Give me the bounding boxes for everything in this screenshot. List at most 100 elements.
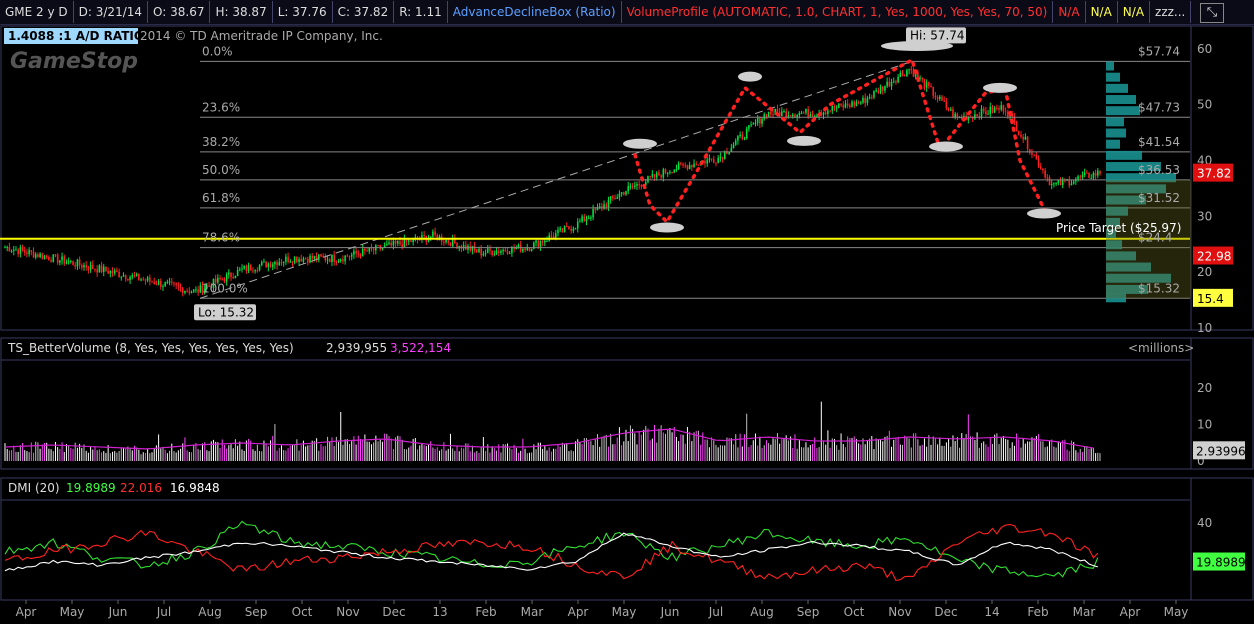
price-candle bbox=[335, 261, 338, 263]
price-candle bbox=[574, 228, 577, 230]
price-candle bbox=[524, 248, 526, 250]
price-candle bbox=[337, 260, 340, 263]
date-label: D: 3/21/14 bbox=[74, 1, 149, 23]
price-candle bbox=[526, 248, 529, 250]
price-candle bbox=[89, 264, 92, 270]
price-candle bbox=[853, 101, 856, 106]
price-candle bbox=[800, 112, 803, 114]
price-candle bbox=[504, 249, 507, 252]
price-candle bbox=[43, 255, 46, 259]
price-candle bbox=[1088, 172, 1090, 179]
price-candle bbox=[776, 108, 779, 113]
price-candle bbox=[732, 144, 735, 148]
price-candle bbox=[258, 265, 261, 271]
price-candle bbox=[923, 79, 926, 88]
price-candle bbox=[954, 113, 956, 118]
price-candle bbox=[394, 240, 397, 244]
price-candle bbox=[945, 101, 948, 108]
dmi-last-badge: 19.8989 bbox=[1196, 556, 1246, 570]
price-candle bbox=[947, 107, 950, 111]
price-candle bbox=[653, 174, 656, 178]
study-volume-profile[interactable]: VolumeProfile (AUTOMATIC, 1.0, CHART, 1,… bbox=[622, 1, 1054, 23]
price-y-tick: 30 bbox=[1197, 209, 1212, 223]
price-candle bbox=[170, 281, 173, 283]
price-candle bbox=[623, 192, 625, 195]
x-axis-label: Jul bbox=[708, 605, 723, 619]
price-candle bbox=[1077, 176, 1079, 180]
price-candle bbox=[309, 255, 311, 263]
price-candle bbox=[289, 261, 292, 263]
price-candle bbox=[495, 250, 498, 255]
gamestop-watermark: GameStop bbox=[10, 49, 138, 74]
price-candle bbox=[908, 69, 910, 71]
price-candle bbox=[831, 105, 834, 111]
volume-profile-bar bbox=[1106, 139, 1120, 149]
price-candle bbox=[12, 249, 15, 251]
price-candle bbox=[677, 162, 680, 170]
price-candle bbox=[598, 206, 601, 208]
price-candle bbox=[276, 261, 278, 266]
x-axis-label: Feb bbox=[1027, 605, 1048, 619]
price-candle bbox=[177, 284, 180, 287]
price-candle bbox=[357, 253, 360, 255]
price-candle bbox=[4, 247, 6, 249]
price-candle bbox=[785, 111, 788, 118]
price-candle bbox=[996, 107, 998, 109]
price-candle bbox=[936, 97, 939, 99]
price-candle bbox=[243, 265, 245, 269]
price-candle bbox=[884, 86, 886, 91]
price-candle bbox=[54, 254, 57, 256]
drawing-tool-icon[interactable]: ⤡ bbox=[1200, 3, 1224, 23]
price-candle bbox=[407, 240, 410, 242]
dmi-y-tick: 40 bbox=[1197, 516, 1212, 530]
price-candle bbox=[234, 276, 237, 279]
price-candle bbox=[339, 259, 342, 261]
x-axis-label: Nov bbox=[888, 605, 911, 619]
price-candle bbox=[684, 165, 687, 167]
pivot-marker bbox=[650, 222, 684, 233]
price-candle bbox=[423, 235, 425, 237]
pivot-marker bbox=[929, 141, 963, 152]
volume-value-1: 2,939,955 bbox=[326, 341, 387, 355]
x-axis-label: Dec bbox=[934, 605, 957, 619]
price-candle bbox=[37, 254, 39, 258]
price-candle bbox=[842, 105, 845, 108]
price-candle bbox=[952, 109, 954, 118]
price-candle bbox=[686, 165, 689, 170]
price-candle bbox=[870, 97, 873, 99]
price-candle bbox=[627, 186, 630, 192]
price-candle bbox=[928, 82, 930, 86]
symbol-label[interactable]: GME 2 y D bbox=[0, 1, 74, 23]
price-candle bbox=[783, 111, 785, 113]
price-candle bbox=[105, 266, 107, 271]
fib-pct-label: 61.8% bbox=[202, 191, 240, 205]
price-candle bbox=[59, 260, 61, 263]
price-candle bbox=[6, 246, 8, 248]
price-candle bbox=[346, 255, 349, 257]
price-candle bbox=[399, 241, 401, 245]
price-candle bbox=[851, 101, 853, 107]
x-axis-label: Sep bbox=[797, 605, 820, 619]
price-candle bbox=[508, 253, 511, 255]
price-candle bbox=[502, 249, 504, 252]
price-candle bbox=[592, 209, 594, 218]
price-candle bbox=[328, 259, 331, 262]
price-candle bbox=[1026, 136, 1029, 150]
price-candle bbox=[50, 260, 52, 262]
price-candle bbox=[897, 76, 899, 83]
fib-price-label: $57.74 bbox=[1138, 44, 1180, 58]
price-candle bbox=[864, 97, 867, 104]
price-candle bbox=[26, 252, 28, 255]
study-advance-decline[interactable]: AdvanceDeclineBox (Ratio) bbox=[448, 1, 622, 23]
price-candle bbox=[19, 247, 22, 254]
price-candle bbox=[1046, 177, 1049, 179]
price-candle bbox=[609, 196, 612, 201]
price-candle bbox=[478, 248, 480, 253]
price-candle bbox=[118, 271, 120, 278]
price-candle bbox=[572, 228, 575, 231]
price-candle bbox=[660, 175, 662, 178]
price-candle bbox=[120, 276, 123, 278]
dmi-plus-di: 19.8989 bbox=[66, 481, 116, 495]
price-candle bbox=[550, 235, 553, 237]
price-candle bbox=[324, 256, 327, 261]
